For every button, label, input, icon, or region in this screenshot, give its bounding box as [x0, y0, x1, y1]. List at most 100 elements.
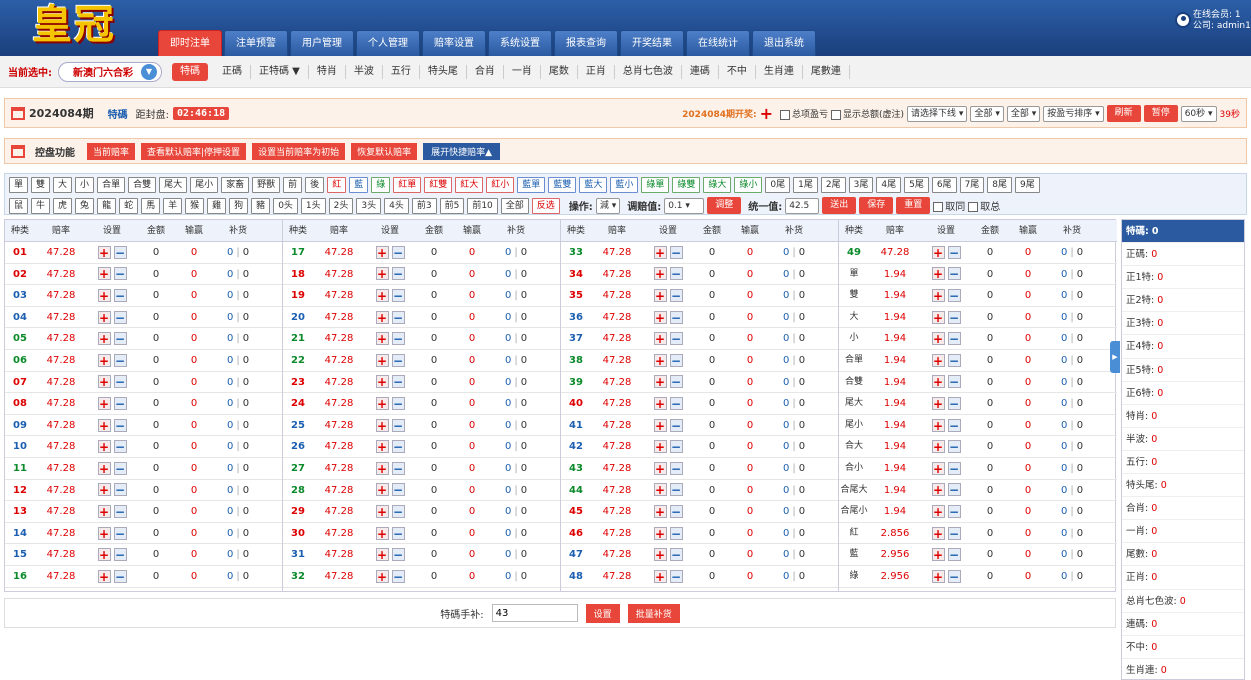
restock-cell[interactable]: 0 | 0 [491, 307, 541, 328]
quick-btn-36[interactable]: 9尾 [1015, 177, 1040, 193]
odds-value[interactable]: 47.28 [591, 566, 643, 587]
odds-value[interactable]: 47.28 [591, 307, 643, 328]
minus-icon[interactable]: − [113, 504, 127, 518]
restock-cell[interactable]: 0 | 0 [1047, 307, 1097, 328]
odds-value[interactable]: 2.856 [869, 523, 921, 544]
minus-icon[interactable]: − [113, 288, 127, 302]
quick-btn-10[interactable]: 前 [283, 177, 303, 193]
plus-icon[interactable]: + [931, 396, 945, 410]
quick-btn-5[interactable]: 合雙 [128, 177, 157, 193]
minus-icon[interactable]: − [391, 288, 405, 302]
minus-icon[interactable]: − [947, 461, 961, 475]
minus-icon[interactable]: − [113, 332, 127, 346]
quick-btn2-6[interactable]: 馬 [141, 197, 161, 214]
restock-cell[interactable]: 0 | 0 [213, 544, 263, 565]
tab-4[interactable]: 赔率设置 [422, 30, 486, 56]
quick-btn2-20[interactable]: 全部 [500, 197, 529, 214]
plus-icon[interactable]: + [375, 440, 389, 454]
minus-icon[interactable]: − [391, 245, 405, 259]
plus-icon[interactable]: + [97, 332, 111, 346]
plus-icon[interactable]: + [931, 288, 945, 302]
minus-icon[interactable]: − [113, 353, 127, 367]
quick-btn2-5[interactable]: 蛇 [119, 197, 139, 214]
minus-icon[interactable]: − [947, 245, 961, 259]
restock-cell[interactable]: 0 | 0 [769, 328, 819, 349]
odds-value[interactable]: 47.28 [591, 242, 643, 263]
plus-icon[interactable]: + [653, 548, 667, 562]
plus-icon[interactable]: + [375, 332, 389, 346]
quick-btn2-16[interactable]: 4头 [384, 197, 409, 214]
plus-icon[interactable]: + [931, 504, 945, 518]
quick-btn2-10[interactable]: 狗 [229, 197, 249, 214]
quick-btn2-13[interactable]: 1头 [300, 197, 326, 214]
plus-icon[interactable]: + [375, 569, 389, 583]
quick-btn-14[interactable]: 綠 [371, 177, 391, 193]
odds-value[interactable]: 47.28 [313, 264, 365, 285]
restock-cell[interactable]: 0 | 0 [213, 264, 263, 285]
quick-btn-13[interactable]: 藍 [349, 177, 369, 193]
minus-icon[interactable]: − [947, 569, 961, 583]
quick-btn2-11[interactable]: 豬 [251, 197, 271, 214]
restock-cell[interactable]: 0 | 0 [1047, 242, 1097, 263]
quick-btn-20[interactable]: 藍雙 [548, 177, 577, 193]
subnav-item-4[interactable]: 半波 [346, 64, 383, 79]
plus-icon[interactable]: + [375, 245, 389, 259]
subnav-item-9[interactable]: 尾数 [541, 64, 578, 79]
plus-icon[interactable]: + [653, 267, 667, 281]
tab-2[interactable]: 用户管理 [290, 30, 354, 56]
plus-icon[interactable]: + [97, 526, 111, 540]
quick-btn-4[interactable]: 合單 [97, 177, 126, 193]
checkbox-icon[interactable] [968, 202, 979, 212]
minus-icon[interactable]: − [947, 375, 961, 389]
restock-cell[interactable]: 0 | 0 [213, 523, 263, 544]
odds-value[interactable]: 47.28 [591, 501, 643, 522]
subnav-item-10[interactable]: 正肖 [578, 64, 615, 79]
odds-value[interactable]: 47.28 [313, 328, 365, 349]
plus-icon[interactable]: + [653, 353, 667, 367]
side-item-17[interactable]: 連碼: 0 [1122, 613, 1244, 636]
quick-btn2-8[interactable]: 猴 [185, 197, 205, 214]
quick-btn-9[interactable]: 野獸 [252, 177, 281, 193]
minus-icon[interactable]: − [947, 483, 961, 497]
plus-icon[interactable]: + [375, 418, 389, 432]
quick-btn-22[interactable]: 藍小 [610, 177, 639, 193]
plus-icon[interactable]: + [375, 483, 389, 497]
plus-icon[interactable]: + [653, 332, 667, 346]
odds-value[interactable]: 1.94 [869, 264, 921, 285]
minus-icon[interactable]: − [669, 526, 683, 540]
quick-btn-15[interactable]: 紅單 [393, 177, 422, 193]
minus-icon[interactable]: − [391, 267, 405, 281]
plus-icon[interactable]: + [97, 569, 111, 583]
minus-icon[interactable]: − [113, 440, 127, 454]
plus-icon[interactable]: + [97, 483, 111, 497]
side-item-9[interactable]: 半波: 0 [1122, 428, 1244, 451]
restore-default-odds-button[interactable]: 恢复默认赔率 [351, 142, 418, 160]
side-item-1[interactable]: 正碼: 0 [1122, 243, 1244, 267]
odds-value[interactable]: 2.956 [869, 566, 921, 587]
minus-icon[interactable]: − [947, 267, 961, 281]
minus-icon[interactable]: − [391, 526, 405, 540]
plus-icon[interactable]: + [375, 353, 389, 367]
quick-btn-0[interactable]: 單 [9, 177, 29, 193]
odds-value[interactable]: 2.956 [869, 544, 921, 565]
side-item-3[interactable]: 正2特: 0 [1122, 289, 1244, 313]
side-item-2[interactable]: 正1特: 0 [1122, 266, 1244, 290]
minus-icon[interactable]: − [391, 440, 405, 454]
plus-icon[interactable]: + [931, 375, 945, 389]
tab-5[interactable]: 系统设置 [488, 30, 552, 56]
plus-icon[interactable]: + [653, 526, 667, 540]
quick-btn-1[interactable]: 雙 [31, 177, 51, 193]
restock-cell[interactable]: 0 | 0 [213, 242, 263, 263]
restock-cell[interactable]: 0 | 0 [1047, 328, 1097, 349]
plus-icon[interactable]: + [653, 245, 667, 259]
odds-value[interactable]: 1.94 [869, 372, 921, 393]
restock-cell[interactable]: 0 | 0 [1047, 393, 1097, 414]
minus-icon[interactable]: − [391, 569, 405, 583]
minus-icon[interactable]: − [391, 504, 405, 518]
filter-select-2[interactable]: 全部 ▾ [1006, 105, 1041, 122]
restock-cell[interactable]: 0 | 0 [491, 393, 541, 414]
tab-8[interactable]: 在线统计 [686, 30, 750, 56]
plus-icon[interactable]: + [653, 461, 667, 475]
side-item-11[interactable]: 特头尾: 0 [1122, 474, 1244, 498]
minus-icon[interactable]: − [669, 332, 683, 346]
